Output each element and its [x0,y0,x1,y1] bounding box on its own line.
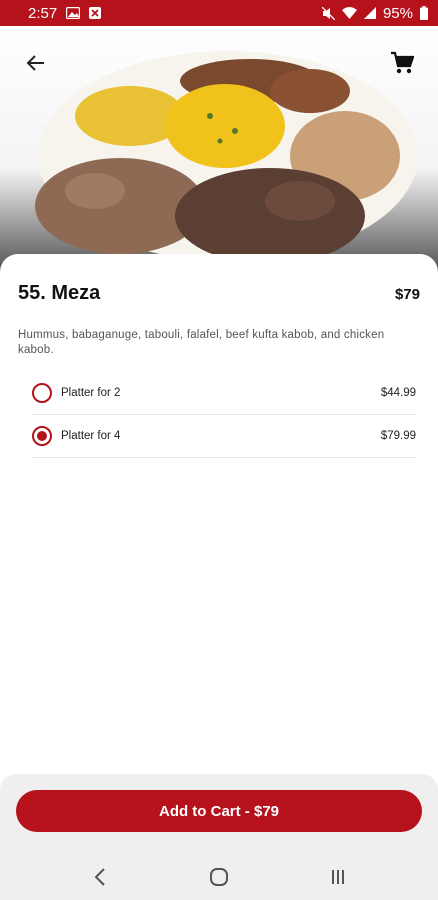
back-button[interactable] [16,43,56,83]
option-left: Platter for 4 [32,426,120,446]
status-right: 95% [321,4,428,22]
battery-icon [420,6,428,20]
item-price: $79 [394,286,420,303]
recents-nav-icon [332,870,345,884]
mute-icon [321,6,335,20]
option-label: Platter for 2 [61,387,121,399]
shopping-cart-icon [391,51,414,74]
item-description: Hummus, babaganuge, tabouli, falafel, be… [18,329,385,356]
item-header: 55. Meza $79 [18,282,420,305]
option-left: Platter for 2 [32,383,120,403]
system-nav-bar [0,854,438,900]
add-to-cart-button[interactable]: Add to Cart - $79 [16,790,422,832]
item-detail-sheet: 55. Meza $79 Hummus, babaganuge, tabouli… [0,254,438,774]
option-label: Platter for 4 [61,430,121,442]
signal-icon [363,7,376,19]
nav-back-button[interactable] [80,857,120,897]
status-bar: 2:57 95% [0,0,438,26]
gallery-icon [66,7,81,19]
food-platter-image [35,51,418,264]
status-left: 2:57 [28,4,102,22]
radio-dot [37,431,47,441]
item-title: 55. Meza [18,282,101,304]
nav-recents-button[interactable] [318,857,358,897]
option-platter-for-4[interactable]: Platter for 4 $79.99 [32,415,416,458]
options-list: Platter for 2 $44.99 Platter for 4 $79.9… [32,372,416,458]
cart-button[interactable] [382,43,422,83]
option-price: $79.99 [380,430,416,442]
hero-image [0,26,438,286]
status-time: 2:57 [28,4,58,22]
option-platter-for-2[interactable]: Platter for 2 $44.99 [32,372,416,415]
nav-home-button[interactable] [199,857,239,897]
battery-percent: 95% [382,4,413,22]
footer: Add to Cart - $79 [0,774,438,854]
back-nav-icon [94,868,105,886]
option-price: $44.99 [380,387,416,399]
arrow-left-icon [26,55,44,71]
radio-selected-icon[interactable] [32,426,52,446]
radio-unselected-icon[interactable] [32,383,52,403]
notification-icon [89,7,102,19]
home-nav-icon [209,868,228,886]
wifi-icon [341,7,357,19]
